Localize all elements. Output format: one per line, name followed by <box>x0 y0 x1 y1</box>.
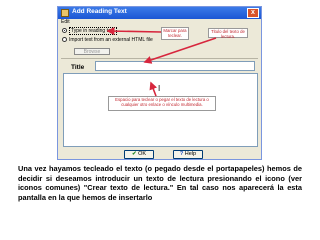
annotation-text-area: Espacio para teclear o pegar el texto de… <box>108 96 216 111</box>
annotation-title: Titulo del texto de lectura. <box>208 28 248 39</box>
browse-label: Browse <box>83 49 101 55</box>
window-title: Add Reading Text <box>72 8 127 15</box>
type-text-label: Type in reading text <box>69 27 117 35</box>
help-label: Help <box>184 151 197 157</box>
browse-button[interactable]: Browse <box>74 48 110 55</box>
ok-button[interactable]: ✔ OK <box>124 150 154 159</box>
help-button[interactable]: ? Help <box>173 150 203 159</box>
text-cursor-icon: I <box>158 84 161 93</box>
title-label: Title <box>71 64 85 71</box>
check-icon: ✔ <box>131 151 137 157</box>
ok-label: OK <box>138 151 147 157</box>
type-text-option[interactable]: Type in reading text <box>62 27 117 35</box>
annotation-choose: Marcar para teclear. <box>161 27 189 40</box>
menu-edit[interactable]: Edit <box>61 19 70 25</box>
app-icon <box>61 9 69 17</box>
import-html-label: Import text from an external HTML file <box>69 37 153 43</box>
close-button[interactable]: x <box>247 8 259 18</box>
title-input[interactable] <box>95 61 255 71</box>
radio-import-html[interactable] <box>62 37 67 43</box>
import-html-option[interactable]: Import text from an external HTML file <box>62 37 153 43</box>
menu-bar: Edit <box>58 19 261 26</box>
radio-type-text[interactable] <box>62 28 67 34</box>
caption-text: Una vez hayamos tecleado el texto (o peg… <box>18 164 302 202</box>
title-bar: Add Reading Text x <box>58 7 261 19</box>
question-icon: ? <box>179 151 184 157</box>
separator <box>61 58 258 59</box>
